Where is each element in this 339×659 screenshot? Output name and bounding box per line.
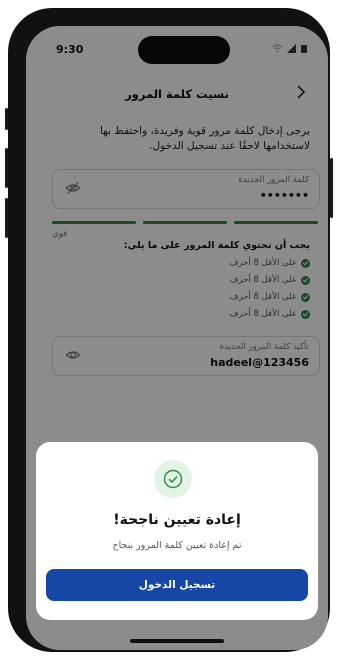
power-button: [330, 158, 333, 218]
dialog-title: إعادة تعيين ناجحة!: [113, 512, 241, 528]
volume-up-button: [5, 148, 8, 188]
check-circle-icon: [163, 469, 183, 489]
success-icon-badge: [154, 460, 192, 498]
success-dialog: إعادة تعيين ناجحة! تم إعادة تعيين كلمة ا…: [36, 442, 318, 620]
side-button: [5, 108, 8, 130]
volume-down-button: [5, 198, 8, 238]
home-indicator[interactable]: [130, 639, 224, 643]
phone-frame: 9:30 نسيت كلمة المرور يرجى إدخال كلمة مر…: [5, 8, 333, 652]
dialog-subtitle: تم إعادة تعيين كلمة المرور بنجاح: [112, 540, 242, 551]
login-button[interactable]: تسجيل الدخول: [46, 569, 308, 601]
screen: 9:30 نسيت كلمة المرور يرجى إدخال كلمة مر…: [26, 26, 328, 650]
